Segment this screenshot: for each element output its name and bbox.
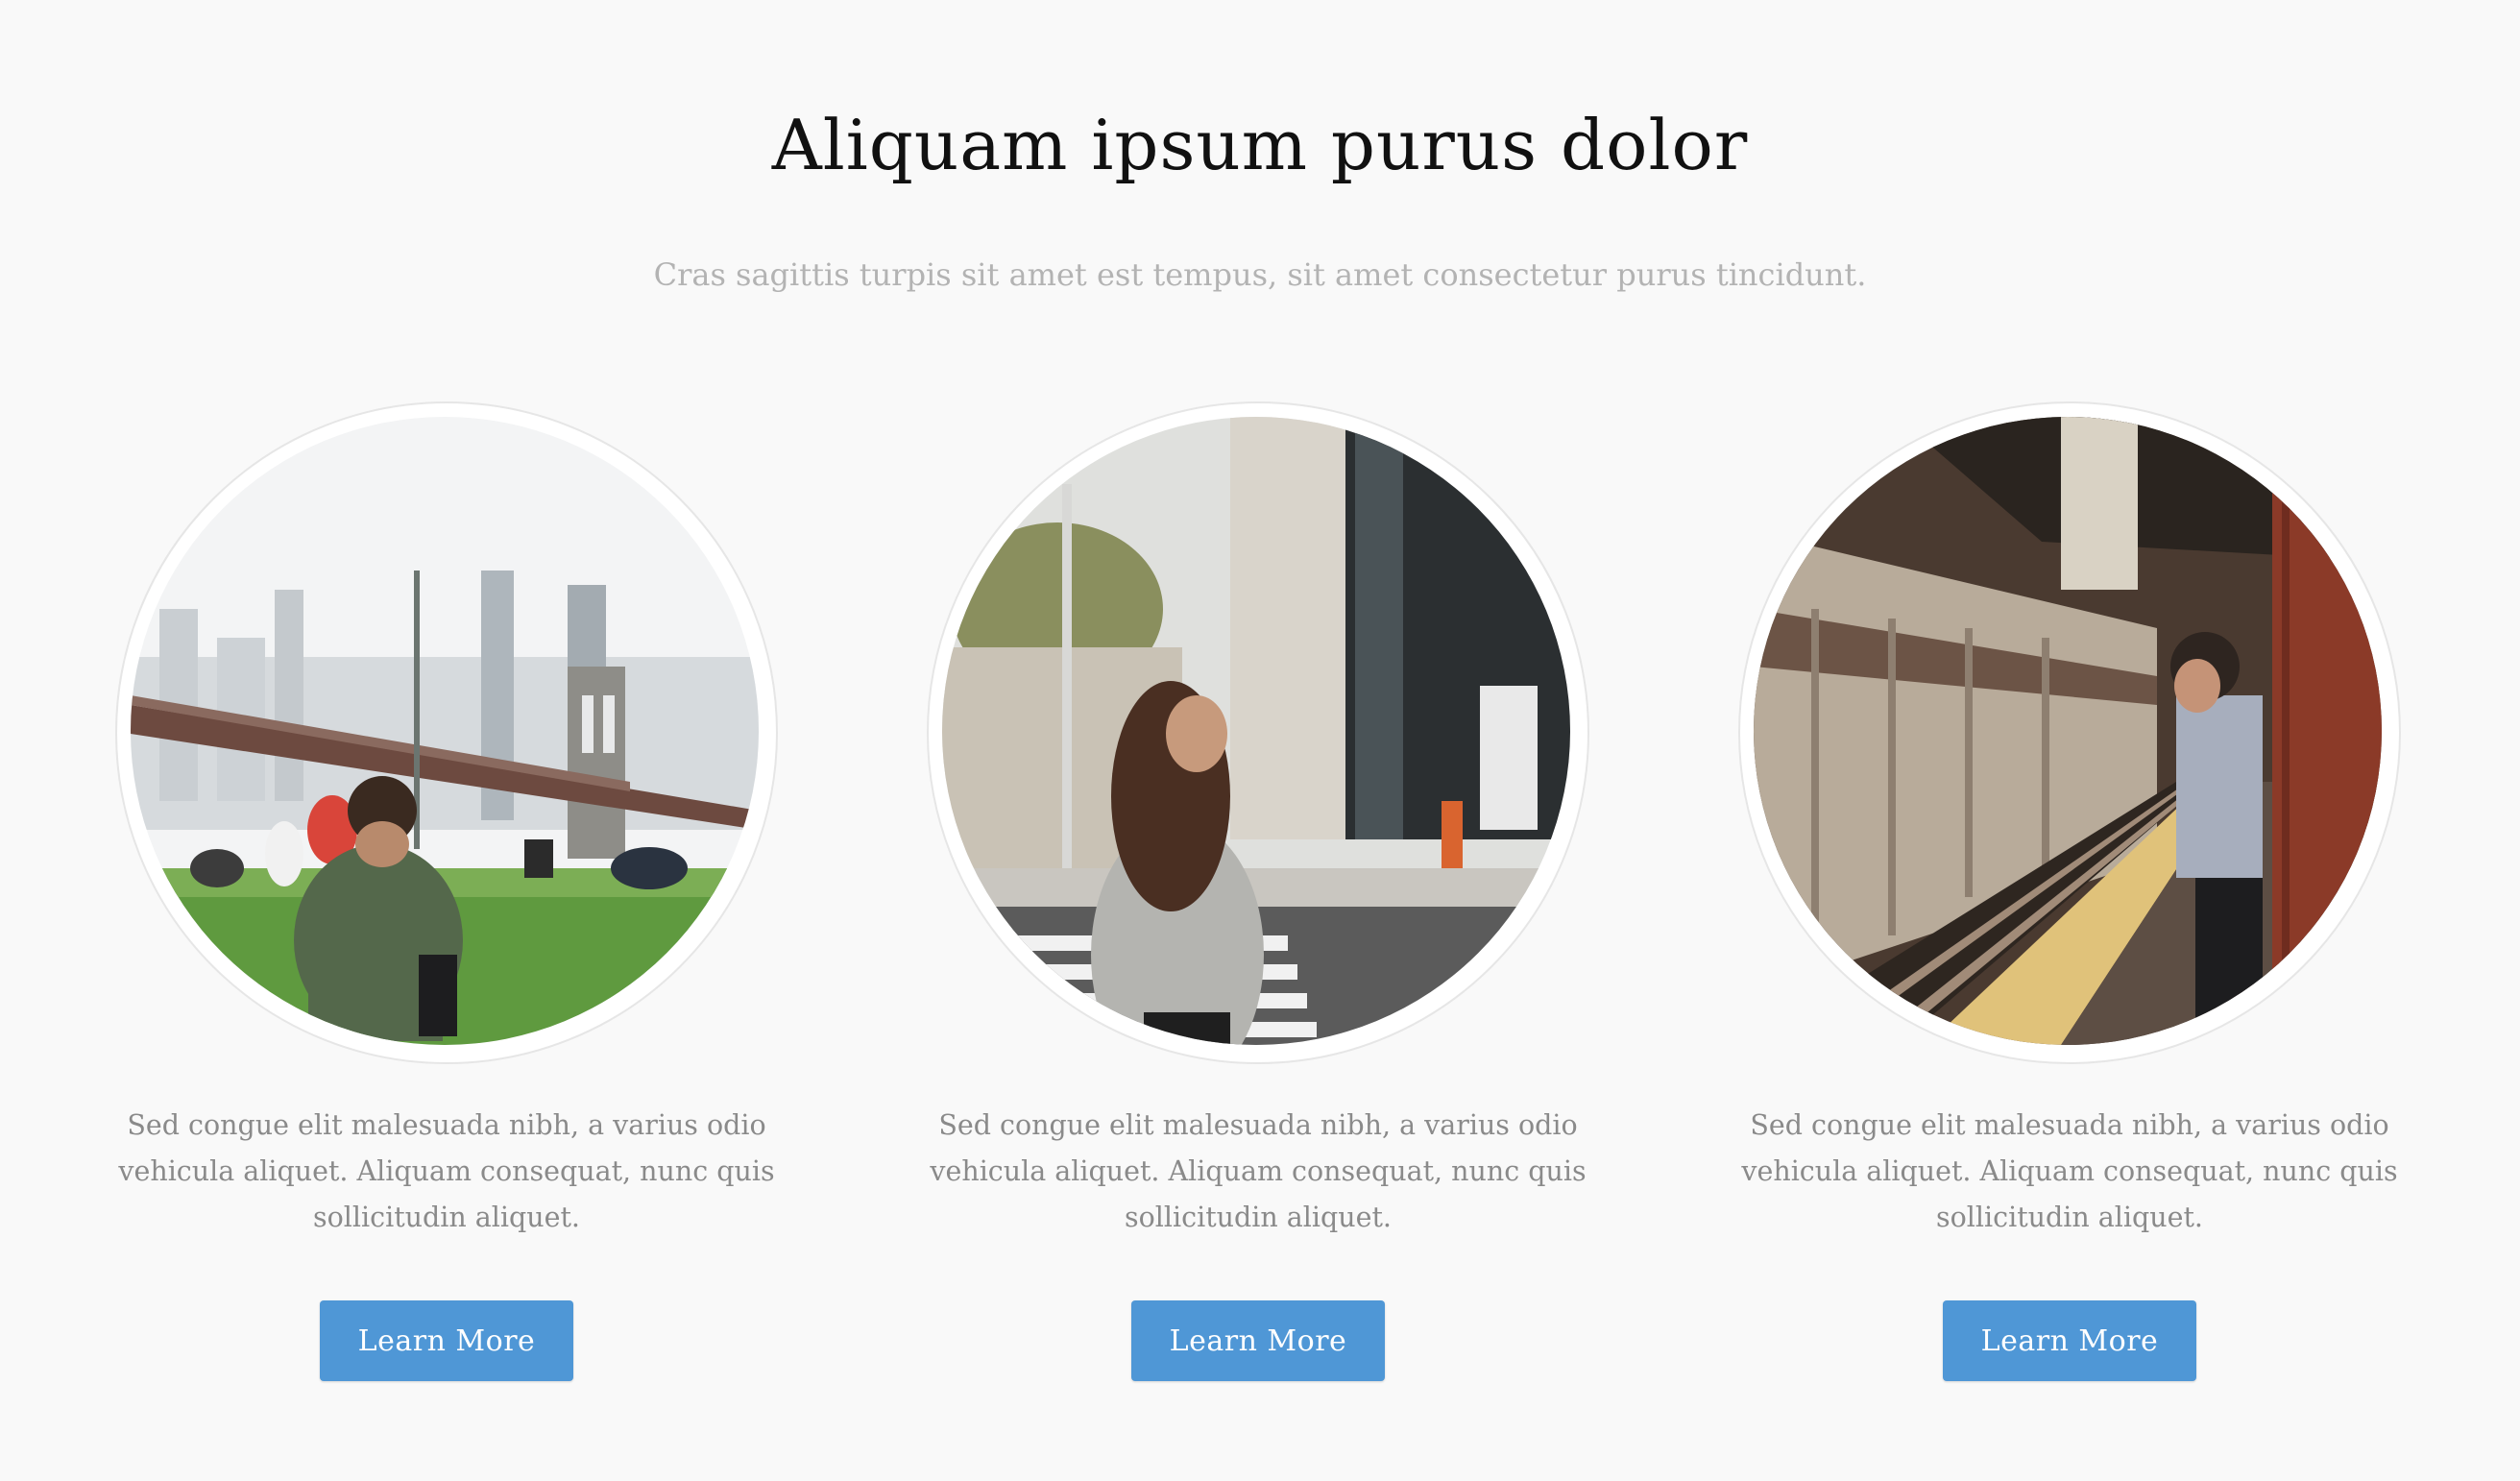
- park-bridge-photo: [131, 417, 759, 1045]
- learn-more-button[interactable]: Learn More: [1943, 1300, 2196, 1381]
- subway-platform-photo: [1754, 417, 2382, 1045]
- street-crosswalk-photo: [942, 417, 1570, 1045]
- features-section: Aliquam ipsum purus dolor Cras sagittis …: [0, 0, 2520, 1481]
- feature-card: Sed congue elit malesuada nibh, a varius…: [115, 401, 778, 1391]
- learn-more-button[interactable]: Learn More: [320, 1300, 573, 1381]
- card-description: Sed congue elit malesuada nibh, a varius…: [1741, 1109, 2398, 1233]
- learn-more-button[interactable]: Learn More: [1131, 1300, 1385, 1381]
- feature-card: Sed congue elit malesuada nibh, a varius…: [1738, 401, 2401, 1391]
- section-subtitle: Cras sagittis turpis sit amet est tempus…: [653, 256, 1867, 293]
- feature-card: Sed congue elit malesuada nibh, a varius…: [927, 401, 1589, 1391]
- card-description: Sed congue elit malesuada nibh, a varius…: [930, 1109, 1587, 1233]
- card-description: Sed congue elit malesuada nibh, a varius…: [118, 1109, 775, 1233]
- section-title: Aliquam ipsum purus dolor: [771, 105, 1749, 185]
